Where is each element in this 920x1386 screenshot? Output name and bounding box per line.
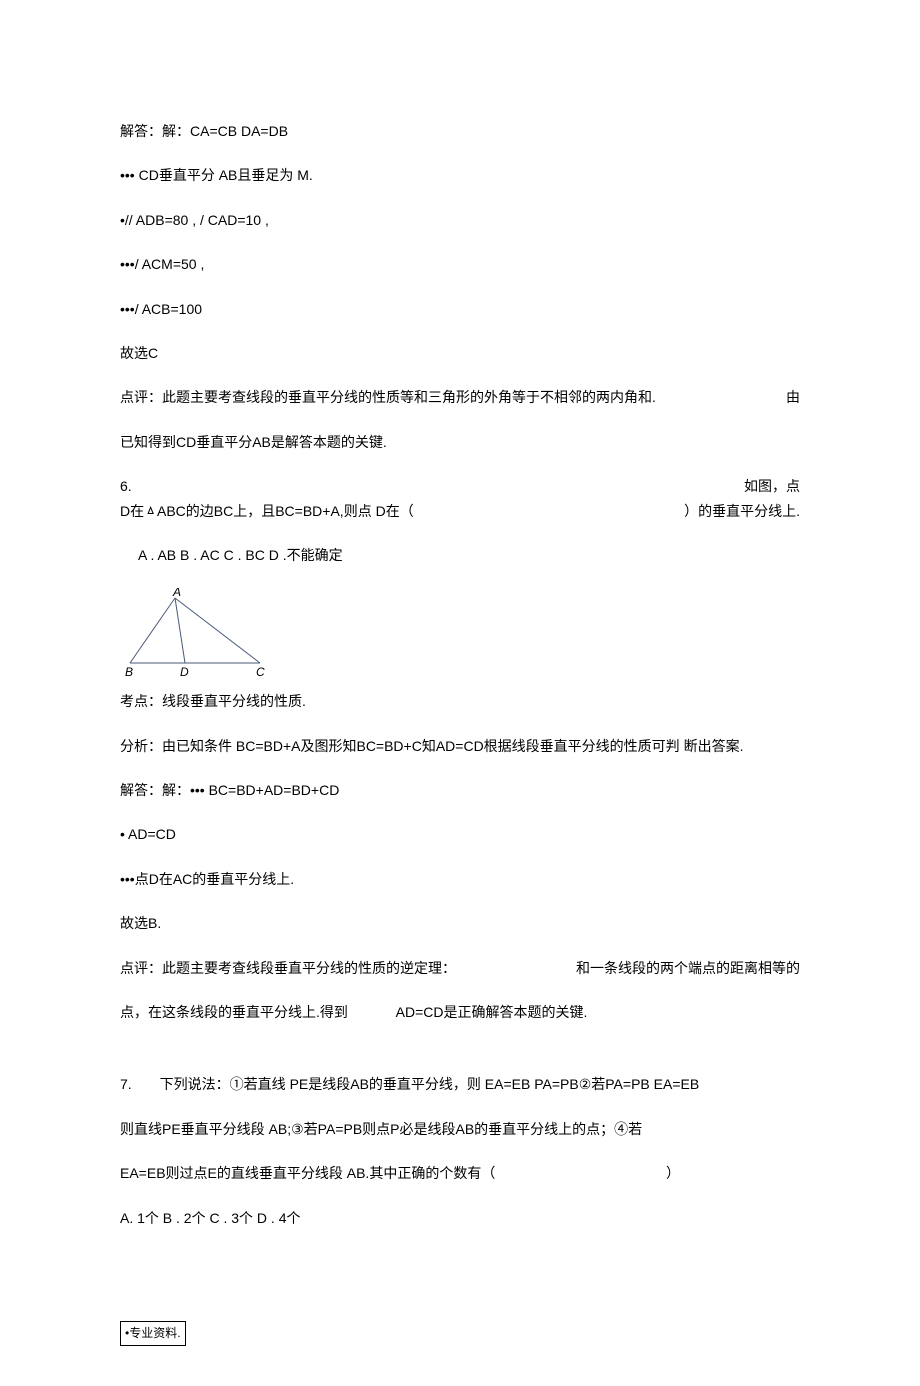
q6-row-1: 6. 如图，点 [120,475,800,497]
q6-eval-row-2-left: 点，在这条线段的垂直平分线上.得到 [120,1004,348,1020]
q6-eval-row-1-left: 点评：此题主要考查线段垂直平分线的性质的逆定理： [120,957,456,979]
eval-row-1: 点评：此题主要考查线段的垂直平分线的性质等和三角形的外角等于不相邻的两内角和. … [120,386,800,408]
solution-line-1: 解答：解：CA=CB DA=DB [120,120,800,142]
q6-row2-left: D在ㅿABC的边BC上，且BC=BD+A,则点 D在（ [120,500,414,522]
vertex-c-label: C [256,665,265,678]
footer-text: •专业资料. [125,1326,181,1340]
q6-solution-2: • AD=CD [120,823,800,845]
vertex-d-label: D [180,665,189,678]
q7-line-3-right: ） [666,1162,800,1184]
q6-choice: 故选B. [120,912,800,934]
eval-row-1-right: 由 [786,386,800,408]
footer-box: •专业资料. [120,1321,186,1346]
q7-options: A. 1个 B . 2个 C . 3个 D . 4个 [120,1207,800,1229]
solution-line-3: •// ADB=80 , / CAD=10 , [120,209,800,231]
q6-eval-row-1: 点评：此题主要考查线段垂直平分线的性质的逆定理： 和一条线段的两个端点的距离相等… [120,957,800,979]
q6-eval-row-1-right: 和一条线段的两个端点的距离相等的 [576,957,800,979]
q6-topic: 考点：线段垂直平分线的性质. [120,690,800,712]
triangle-svg: A B D C [120,588,270,678]
vertex-a-label: A [172,588,181,599]
q6-eval-row-2-right: AD=CD是正确解答本题的关键. [396,1004,588,1020]
eval-row-1-left: 点评：此题主要考查线段的垂直平分线的性质等和三角形的外角等于不相邻的两内角和. [120,386,656,408]
q6-solution-1: 解答：解：••• BC=BD+AD=BD+CD [120,779,800,801]
eval-row-2: 已知得到CD垂直平分AB是解答本题的关键. [120,431,800,453]
q6-row1-right: 如图，点 [744,475,800,497]
triangle-figure: A B D C [120,588,800,678]
q7-line-3-left: EA=EB则过点E的直线垂直平分线段 AB.其中正确的个数有（ [120,1162,495,1184]
q6-solution-3: •••点D在AC的垂直平分线上. [120,868,800,890]
solution-line-2: ••• CD垂直平分 AB且垂足为 M. [120,164,800,186]
q6-options: A . AB B . AC C . BC D .不能确定 [120,544,800,566]
q7-line-2: 则直线PE垂直平分线段 AB;③若PA=PB则点P必是线段AB的垂直平分线上的点… [120,1118,800,1140]
solution-choice: 故选C [120,342,800,364]
q6-analysis: 分析：由已知条件 BC=BD+A及图形知BC=BD+C知AD=CD根据线段垂直平… [120,735,800,757]
q7-line-1: 7. 下列说法：①若直线 PE是线段AB的垂直平分线，则 EA=EB PA=PB… [120,1073,800,1095]
q6-row-2: D在ㅿABC的边BC上，且BC=BD+A,则点 D在（ ）的垂直平分线上. [120,500,800,522]
q6-row2-right: ）的垂直平分线上. [684,500,800,522]
solution-line-5: •••/ ACB=100 [120,298,800,320]
vertex-b-label: B [125,665,133,678]
q6-eval-row-2: 点，在这条线段的垂直平分线上.得到 AD=CD是正确解答本题的关键. [120,1001,800,1023]
q7-line-3: EA=EB则过点E的直线垂直平分线段 AB.其中正确的个数有（ ） [120,1162,800,1184]
q6-number: 6. [120,475,132,497]
solution-line-4: •••/ ACM=50 , [120,253,800,275]
